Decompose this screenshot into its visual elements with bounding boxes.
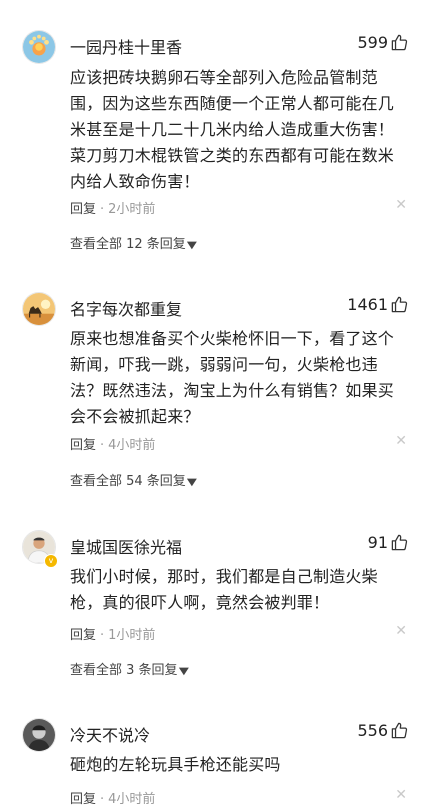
username[interactable]: 一园丹桂十里香 (70, 34, 182, 58)
like-count: 91 (367, 533, 388, 552)
like-count: 556 (357, 721, 388, 740)
timestamp: 2小时前 (108, 202, 156, 217)
reply-button[interactable]: 回复 (70, 792, 96, 807)
close-icon[interactable]: ✕ (395, 197, 407, 213)
timestamp: 4小时前 (108, 438, 156, 453)
comment-text: 应该把砖块鹅卵石等全部列入危险品管制范围，因为这些东西随便一个正常人都可能在几米… (70, 68, 395, 191)
like-count: 1461 (347, 295, 388, 314)
avatar[interactable] (22, 292, 56, 326)
comment-meta: 回复 · 4小时前 (70, 792, 156, 807)
close-icon[interactable]: ✕ (395, 433, 407, 449)
comment-text: 我们小时候，那时，我们都是自己制造火柴枪，真的很吓人啊，竟然会被判罪！ (70, 567, 378, 612)
camel-sunset-avatar-icon (23, 293, 55, 325)
close-icon[interactable]: ✕ (395, 623, 407, 639)
comment-meta: 回复 · 4小时前 (70, 438, 156, 453)
like-button[interactable]: 599 (357, 33, 409, 52)
timestamp: 1小时前 (108, 628, 156, 643)
thumbs-up-icon (391, 722, 408, 739)
username[interactable]: 皇城国医徐光福 (70, 534, 182, 558)
like-button[interactable]: 1461 (347, 295, 409, 314)
close-icon[interactable]: ✕ (395, 787, 407, 803)
username[interactable]: 冷天不说冷 (70, 722, 150, 746)
avatar[interactable] (22, 718, 56, 752)
comment-meta: 回复 · 2小时前 (70, 202, 156, 217)
flower-avatar-icon (23, 31, 55, 63)
reply-button[interactable]: 回复 (70, 628, 96, 643)
reply-button[interactable]: 回复 (70, 202, 96, 217)
thumbs-up-icon (391, 296, 408, 313)
verified-badge: v (44, 554, 58, 568)
view-all-replies-link[interactable]: 查看全部 54 条回复▼ (70, 470, 197, 489)
chevron-down-icon: ▼ (186, 477, 197, 488)
timestamp: 4小时前 (108, 792, 156, 807)
reply-button[interactable]: 回复 (70, 438, 96, 453)
like-button[interactable]: 91 (368, 533, 409, 552)
comment-text: 原来也想准备买个火柴枪怀旧一下，看了这个新闻，吓我一跳，弱弱问一句，火柴枪也违法… (70, 329, 395, 426)
chevron-down-icon: ▼ (178, 666, 189, 677)
avatar[interactable] (22, 30, 56, 64)
dark-portrait-avatar-icon (23, 719, 55, 751)
chevron-down-icon: ▼ (186, 240, 197, 251)
comment-text: 砸炮的左轮玩具手枪还能买吗 (70, 755, 281, 774)
like-button[interactable]: 556 (357, 721, 409, 740)
thumbs-up-icon (391, 34, 408, 51)
username[interactable]: 名字每次都重复 (70, 296, 182, 320)
like-count: 599 (357, 33, 388, 52)
view-all-replies-link[interactable]: 查看全部 3 条回复▼ (70, 659, 189, 678)
thumbs-up-icon (391, 534, 408, 551)
view-all-replies-link[interactable]: 查看全部 12 条回复▼ (70, 233, 197, 252)
comment-meta: 回复 · 1小时前 (70, 628, 156, 643)
